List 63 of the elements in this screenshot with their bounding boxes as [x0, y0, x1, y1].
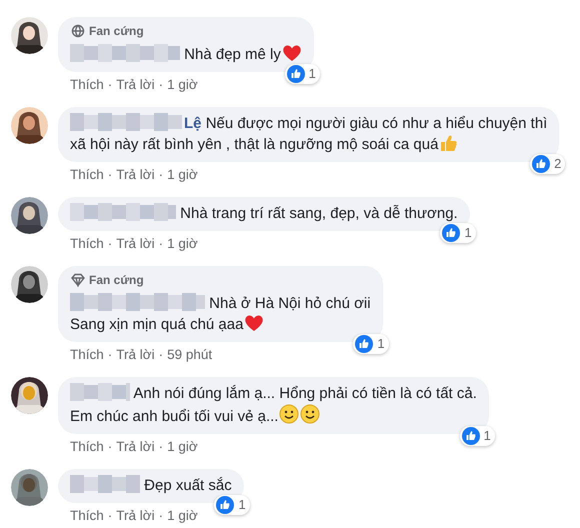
like-icon — [286, 65, 305, 83]
like-icon — [216, 496, 234, 514]
like-icon — [532, 155, 550, 173]
badge-label: Fan cứng — [89, 23, 144, 39]
like-icon — [355, 335, 374, 353]
comment-text: xã hội này rất bình yên , thật là ngưỡng mộ soái ca quá — [70, 136, 438, 153]
reply-link[interactable]: Trả lời — [116, 438, 155, 456]
blurred-name — [70, 383, 130, 401]
separator-dot: · — [158, 346, 164, 364]
like-link[interactable]: Thích — [70, 346, 104, 364]
like-link[interactable]: Thích — [70, 235, 104, 253]
smiley-icon — [279, 404, 300, 424]
timestamp: 1 giờ — [167, 438, 198, 456]
reply-link[interactable]: Trả lời — [116, 235, 155, 253]
separator-dot: · — [108, 346, 112, 364]
separator-dot: · — [158, 166, 164, 184]
comment-text: Sang xịn mịn quá chú ạaa — [70, 316, 244, 333]
separator-dot: · — [108, 507, 112, 525]
comment-text: Đẹp xuất sắc — [144, 477, 232, 494]
like-icon — [442, 224, 460, 242]
reaction-count[interactable]: 1 — [284, 64, 320, 84]
diamond-icon — [71, 273, 85, 287]
heart-icon — [282, 44, 302, 62]
like-icon — [462, 427, 480, 445]
separator-dot: · — [108, 76, 112, 94]
timestamp: 1 giờ — [167, 76, 198, 94]
separator-dot: · — [158, 438, 164, 456]
commenter-name[interactable]: Lệ — [184, 115, 202, 132]
smiley-icon — [300, 404, 320, 424]
reply-link[interactable]: Trả lời — [116, 346, 155, 364]
timestamp: 59 phút — [167, 346, 212, 364]
comment-text: Nhà trang trí rất sang, đẹp, và dễ thương. — [180, 205, 458, 222]
separator-dot: · — [158, 76, 164, 94]
separator-dot: · — [108, 166, 112, 184]
comment-text: Anh nói đúng lắm ạ... Hổng phải có tiền là có tất cả. — [133, 385, 477, 402]
reaction-count[interactable]: 1 — [440, 223, 476, 243]
timestamp: 1 giờ — [167, 235, 198, 253]
heart-icon — [244, 314, 264, 332]
like-link[interactable]: Thích — [70, 438, 104, 456]
separator-dot: · — [158, 235, 164, 253]
reply-link[interactable]: Trả lời — [116, 507, 155, 525]
globe-icon — [71, 24, 85, 38]
comment-text: Nhà đẹp mê ly — [184, 46, 281, 63]
comment-text: Em chúc anh buổi tối vui vẻ ạ... — [70, 408, 278, 425]
separator-dot: · — [108, 438, 112, 456]
reaction-count[interactable]: 1 — [460, 426, 495, 446]
badge-label: Fan cứng — [89, 272, 144, 288]
timestamp: 1 giờ — [167, 166, 198, 184]
thumbs-up-icon — [439, 134, 458, 152]
reply-link[interactable]: Trả lời — [116, 76, 155, 94]
reaction-count[interactable]: 1 — [353, 334, 389, 354]
like-link[interactable]: Thích — [70, 166, 104, 184]
like-link[interactable]: Thích — [70, 76, 104, 94]
reply-link[interactable]: Trả lời — [116, 166, 155, 184]
separator-dot: · — [158, 507, 164, 525]
comment-text: Nhà ở Hà Nội hỏ chú ơii — [209, 295, 371, 312]
separator-dot: · — [108, 235, 112, 253]
comment-text: Nếu được mọi người giàu có như a hiểu chuyện thì — [206, 115, 548, 132]
blurred-name — [70, 475, 140, 493]
like-link[interactable]: Thích — [70, 507, 104, 525]
timestamp: 1 giờ — [167, 507, 198, 525]
reaction-count[interactable]: 2 — [530, 154, 566, 174]
reaction-count[interactable]: 1 — [214, 495, 250, 515]
